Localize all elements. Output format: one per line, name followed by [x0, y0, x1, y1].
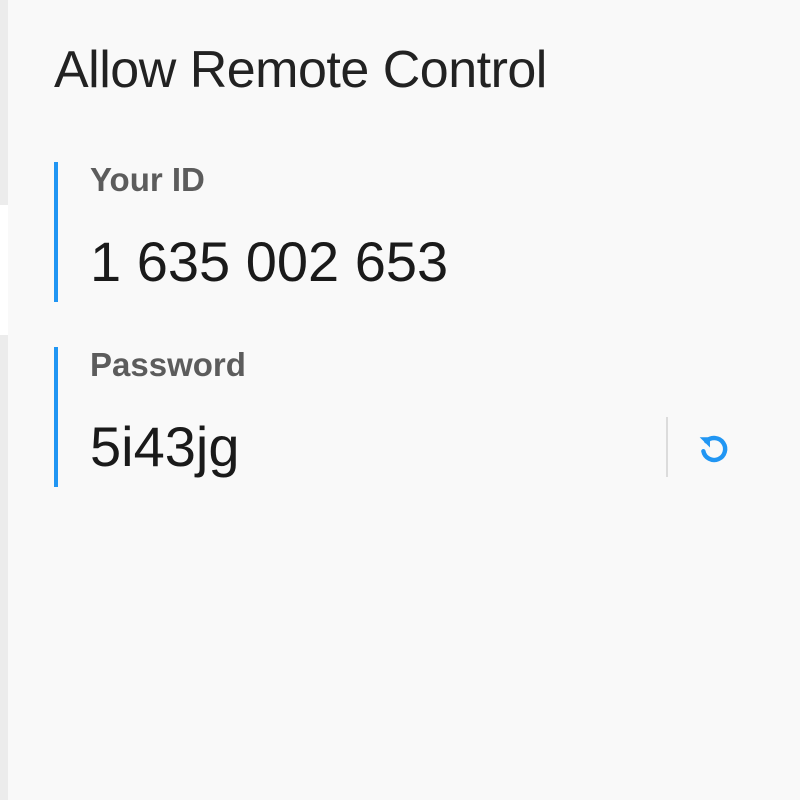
your-id-value[interactable]: 1 635 002 653: [90, 230, 448, 294]
left-edge-divider: [0, 0, 8, 800]
your-id-label: Your ID: [90, 161, 205, 198]
refresh-password-button[interactable]: [690, 425, 738, 473]
password-label: Password: [90, 346, 246, 383]
your-id-section: Your ID 1 635 002 653: [54, 162, 778, 302]
remote-control-panel: Allow Remote Control Your ID 1 635 002 6…: [0, 0, 800, 800]
password-section: Password 5i43jg: [54, 347, 778, 487]
left-edge-highlight: [0, 205, 8, 335]
password-value[interactable]: 5i43jg: [90, 415, 239, 479]
password-divider: [666, 417, 668, 477]
refresh-icon: [699, 435, 728, 463]
page-title: Allow Remote Control: [54, 41, 547, 99]
